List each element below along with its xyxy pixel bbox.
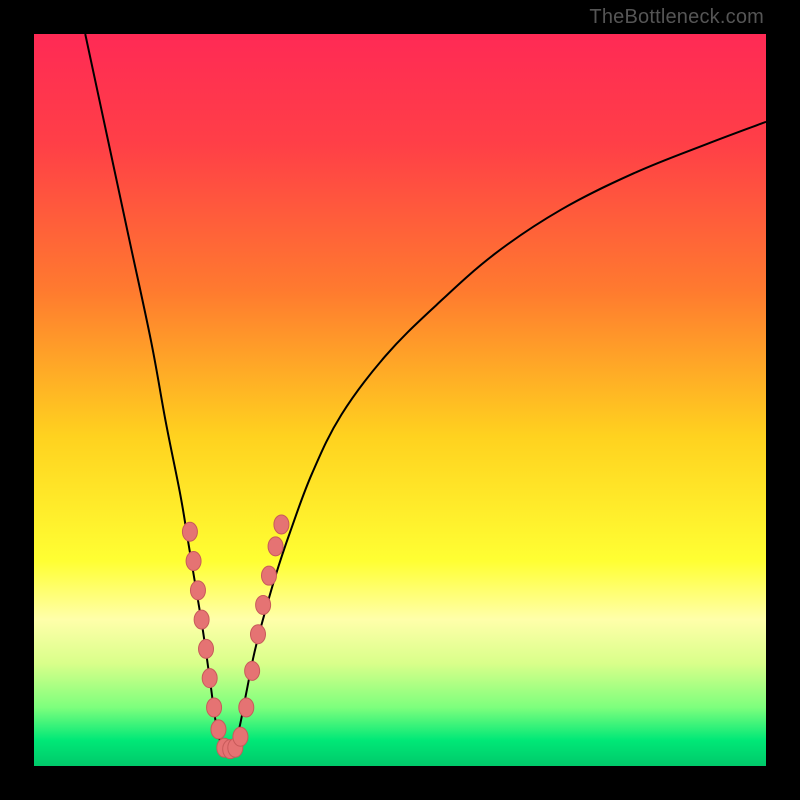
watermark-text: TheBottleneck.com [589,6,764,29]
curve-right-branch [232,122,766,752]
bead [211,720,226,739]
bottleneck-curve [34,34,766,766]
bead [186,552,201,571]
chart-frame: TheBottleneck.com [0,0,800,800]
bead [250,625,265,644]
bead [274,515,289,534]
bead [199,639,214,658]
bead [245,661,260,680]
bead [182,522,197,541]
bead [261,566,276,585]
bead [202,669,217,688]
bead [194,610,209,629]
bead [239,698,254,717]
bead [190,581,205,600]
bead-cluster [182,515,289,759]
bead [268,537,283,556]
bead [207,698,222,717]
bead [233,727,248,746]
bead [256,595,271,614]
plot-area [34,34,766,766]
